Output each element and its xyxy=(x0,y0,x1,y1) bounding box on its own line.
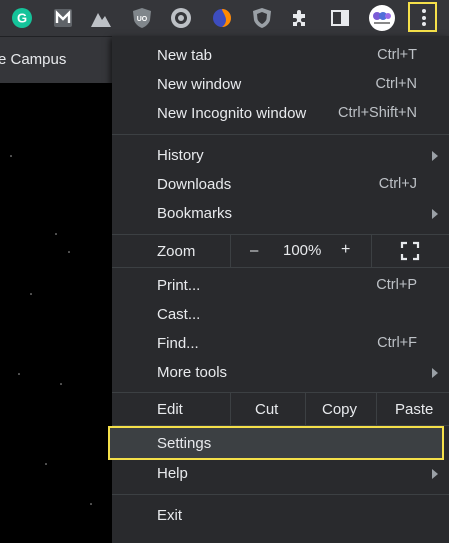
ublock-icon[interactable]: UO xyxy=(130,6,154,30)
svg-text:UO: UO xyxy=(137,16,148,23)
star-dot xyxy=(60,383,62,385)
submenu-arrow-icon xyxy=(432,209,438,219)
m-extension-icon[interactable] xyxy=(51,6,75,30)
mountain-extension-icon[interactable] xyxy=(89,6,113,30)
menu-item-label: More tools xyxy=(157,364,228,381)
menu-item-label: New tab xyxy=(157,47,213,64)
star-dot xyxy=(55,233,57,235)
star-dot xyxy=(18,373,20,375)
menu-divider xyxy=(230,235,231,267)
kebab-dot-icon xyxy=(422,9,426,13)
chrome-main-menu: New tab Ctrl+T New window Ctrl+N New Inc… xyxy=(108,36,449,543)
menu-item-new-incognito-window[interactable]: New Incognito window Ctrl+Shift+N xyxy=(112,99,449,128)
menu-divider xyxy=(371,235,372,267)
menu-item-label: Bookmarks xyxy=(157,205,233,222)
menu-item-label: Exit xyxy=(157,507,183,524)
menu-item-zoom: Zoom – 100% + xyxy=(112,235,449,267)
menu-item-help[interactable]: Help xyxy=(112,459,449,488)
submenu-arrow-icon xyxy=(432,368,438,378)
menu-item-edit: Edit Cut Copy Paste xyxy=(112,393,449,425)
menu-item-label: History xyxy=(157,147,204,164)
menu-item-shortcut: Ctrl+T xyxy=(377,47,417,63)
menu-divider xyxy=(112,134,449,135)
menu-item-label: New Incognito window xyxy=(157,105,307,122)
menu-item-label: Settings xyxy=(157,435,212,452)
menu-divider xyxy=(112,425,449,426)
menu-item-shortcut: Ctrl+J xyxy=(378,176,417,192)
submenu-arrow-icon xyxy=(432,151,438,161)
menu-item-more-tools[interactable]: More tools xyxy=(112,358,449,387)
menu-item-shortcut: Ctrl+Shift+N xyxy=(338,105,417,121)
shield-icon[interactable] xyxy=(250,6,274,30)
menu-item-label: Print... xyxy=(157,277,201,294)
browser-toolbar: G UO xyxy=(0,0,449,36)
menu-divider xyxy=(112,267,449,268)
menu-item-downloads[interactable]: Downloads Ctrl+J xyxy=(112,170,449,199)
zoom-level: 100% xyxy=(283,242,322,259)
menu-item-label: Help xyxy=(157,465,188,482)
cut-button[interactable]: Cut xyxy=(255,401,278,418)
svg-text:G: G xyxy=(17,11,27,26)
menu-item-new-window[interactable]: New window Ctrl+N xyxy=(112,70,449,99)
menu-divider xyxy=(112,494,449,495)
star-dot xyxy=(68,251,70,253)
submenu-arrow-icon xyxy=(432,469,438,479)
menu-item-shortcut: Ctrl+F xyxy=(377,335,417,351)
side-panel-icon[interactable] xyxy=(328,6,352,30)
menu-item-new-tab[interactable]: New tab Ctrl+T xyxy=(112,41,449,70)
menu-item-label: New window xyxy=(157,76,242,93)
tab-title: e Campus xyxy=(0,51,67,68)
star-dot xyxy=(90,503,92,505)
star-dot xyxy=(30,293,32,295)
browser-tab[interactable]: e Campus xyxy=(0,36,112,84)
menu-item-exit[interactable]: Exit xyxy=(112,501,449,530)
menu-item-label: Find... xyxy=(157,335,199,352)
star-dot xyxy=(10,155,12,157)
zoom-label: Zoom xyxy=(157,243,196,260)
profile-avatar[interactable] xyxy=(368,4,396,32)
record-icon[interactable] xyxy=(169,6,193,30)
menu-item-cast[interactable]: Cast... xyxy=(112,300,449,329)
menu-item-bookmarks[interactable]: Bookmarks xyxy=(112,199,449,228)
star-dot xyxy=(45,463,47,465)
page-content xyxy=(0,83,112,543)
kebab-dot-icon xyxy=(422,15,426,20)
menu-item-print[interactable]: Print... Ctrl+P xyxy=(112,271,449,300)
edit-label: Edit xyxy=(157,401,183,418)
menu-item-settings[interactable]: Settings xyxy=(108,426,444,460)
menu-item-label: Downloads xyxy=(157,176,232,193)
zoom-in-button[interactable]: + xyxy=(341,241,350,259)
menu-item-shortcut: Ctrl+N xyxy=(375,76,418,92)
zoom-out-button[interactable]: – xyxy=(250,242,258,259)
firefox-like-icon[interactable] xyxy=(210,6,234,30)
puzzle-icon[interactable] xyxy=(288,6,312,30)
menu-item-find[interactable]: Find... Ctrl+F xyxy=(112,329,449,358)
menu-item-label: Cast... xyxy=(157,306,201,323)
chrome-menu-button[interactable] xyxy=(408,2,437,32)
fullscreen-icon[interactable] xyxy=(400,241,420,261)
copy-button[interactable]: Copy xyxy=(322,401,357,418)
grammarly-icon[interactable]: G xyxy=(10,6,34,30)
menu-divider xyxy=(376,393,377,425)
menu-divider xyxy=(230,393,231,425)
kebab-dot-icon xyxy=(422,22,426,26)
menu-item-shortcut: Ctrl+P xyxy=(376,277,417,293)
paste-button[interactable]: Paste xyxy=(395,401,433,418)
menu-item-history[interactable]: History xyxy=(112,141,449,170)
menu-divider xyxy=(305,393,306,425)
